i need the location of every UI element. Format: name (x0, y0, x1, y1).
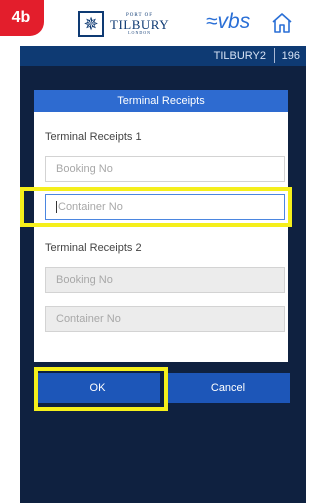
step-badge: 4b (0, 0, 44, 36)
booking-no-field-1[interactable]: Booking No (45, 156, 285, 182)
app-screen: ✵ PORT OF TILBURY LONDON ≈vbs TILBURY2 1… (20, 0, 306, 503)
vbs-logo: ≈vbs (206, 10, 251, 33)
status-divider (274, 48, 275, 63)
port-of-tilbury-logo: ✵ PORT OF TILBURY LONDON (78, 9, 169, 39)
crest-icon: ✵ (78, 11, 104, 37)
container-no-field-2[interactable]: Container No (45, 306, 285, 332)
cancel-button[interactable]: Cancel (166, 373, 290, 403)
section-label-2: Terminal Receipts 2 (45, 242, 142, 254)
dialog-title: Terminal Receipts (34, 90, 288, 112)
container-field-highlight (20, 187, 292, 227)
home-icon[interactable] (270, 11, 294, 35)
booking-no-field-2[interactable]: Booking No (45, 267, 285, 293)
section-label-1: Terminal Receipts 1 (45, 131, 142, 143)
ok-button-highlight (34, 367, 168, 411)
site-name: TILBURY2 (213, 50, 266, 62)
step-badge-label: 4b (11, 9, 31, 26)
status-bar: TILBURY2 196 (20, 46, 306, 66)
app-header: ✵ PORT OF TILBURY LONDON ≈vbs (20, 0, 306, 46)
site-number: 196 (281, 50, 300, 62)
